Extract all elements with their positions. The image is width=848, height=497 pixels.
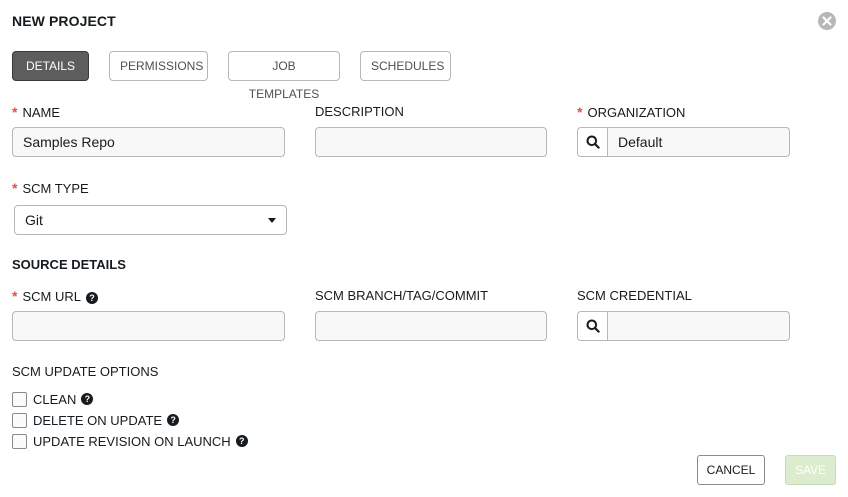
required-marker: * bbox=[12, 288, 18, 304]
caret-down-icon bbox=[268, 218, 276, 223]
organization-search-button[interactable] bbox=[577, 127, 608, 157]
organization-lookup: Default bbox=[577, 127, 790, 157]
delete-on-update-checkbox[interactable] bbox=[12, 412, 27, 428]
delete-on-update-label: DELETE ON UPDATE bbox=[33, 412, 163, 428]
scm-credential-label: SCM CREDENTIAL bbox=[577, 288, 692, 303]
scm-branch-label: SCM BRANCH/TAG/COMMIT bbox=[315, 288, 489, 303]
help-icon[interactable]: ? bbox=[235, 435, 248, 447]
clean-option: CLEAN ? bbox=[12, 391, 94, 407]
tab-details[interactable]: DETAILS bbox=[12, 51, 89, 81]
name-field[interactable] bbox=[12, 127, 285, 157]
required-marker: * bbox=[12, 104, 18, 120]
organization-field[interactable]: Default bbox=[608, 127, 790, 157]
help-icon[interactable]: ? bbox=[167, 414, 180, 426]
dialog-title: NEW PROJECT bbox=[12, 13, 116, 29]
organization-label: * ORGANIZATION bbox=[577, 104, 686, 120]
scm-credential-field[interactable] bbox=[608, 311, 790, 341]
tab-schedules[interactable]: SCHEDULES bbox=[360, 51, 451, 81]
help-icon[interactable]: ? bbox=[81, 393, 94, 405]
help-icon[interactable]: ? bbox=[85, 292, 98, 304]
update-on-launch-label: UPDATE REVISION ON LAUNCH bbox=[33, 433, 231, 449]
description-label: DESCRIPTION bbox=[315, 104, 404, 119]
scm-url-label: * SCM URL? bbox=[12, 288, 98, 304]
scm-credential-lookup bbox=[577, 311, 790, 341]
scm-branch-field[interactable] bbox=[315, 311, 547, 341]
clean-label: CLEAN bbox=[33, 391, 77, 407]
scm-update-options-label: SCM UPDATE OPTIONS bbox=[12, 364, 159, 379]
required-marker: * bbox=[12, 180, 18, 196]
description-field[interactable] bbox=[315, 127, 547, 157]
search-icon bbox=[586, 135, 600, 149]
update-on-launch-option: UPDATE REVISION ON LAUNCH ? bbox=[12, 433, 248, 449]
credential-search-button[interactable] bbox=[577, 311, 608, 341]
name-label: * NAME bbox=[12, 104, 61, 120]
delete-on-update-option: DELETE ON UPDATE ? bbox=[12, 412, 180, 428]
scm-type-value: Git bbox=[25, 212, 43, 228]
scm-url-field[interactable] bbox=[12, 311, 285, 341]
search-icon bbox=[586, 319, 600, 333]
required-marker: * bbox=[577, 104, 583, 120]
tab-job-templates[interactable]: JOB TEMPLATES bbox=[228, 51, 340, 101]
scm-type-label: * SCM TYPE bbox=[12, 180, 89, 196]
update-on-launch-checkbox[interactable] bbox=[12, 433, 27, 449]
clean-checkbox[interactable] bbox=[12, 391, 27, 407]
tab-permissions[interactable]: PERMISSIONS bbox=[109, 51, 208, 81]
scm-type-select[interactable]: Git bbox=[14, 205, 287, 235]
close-icon[interactable] bbox=[818, 12, 836, 30]
source-details-heading: SOURCE DETAILS bbox=[12, 257, 126, 272]
save-button[interactable]: SAVE bbox=[785, 455, 836, 485]
cancel-button[interactable]: CANCEL bbox=[697, 455, 765, 485]
